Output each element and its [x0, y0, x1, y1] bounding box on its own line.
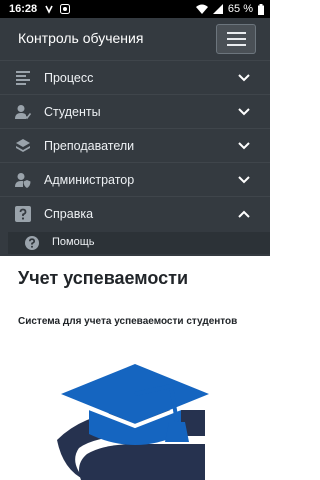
question-circle-icon — [25, 236, 39, 250]
submenu-item-help[interactable]: Помощь — [8, 232, 270, 254]
user-shield-icon — [15, 173, 31, 188]
app-navbar: Контроль обучения — [0, 18, 270, 60]
notification-icon — [45, 5, 53, 14]
list-icon — [16, 71, 30, 85]
menu-item-label: Студенты — [44, 105, 101, 119]
user-check-icon — [15, 105, 31, 120]
battery-icon — [258, 3, 264, 15]
chevron-down-icon — [238, 108, 250, 116]
hamburger-icon — [227, 38, 246, 40]
question-square-icon — [15, 206, 31, 222]
shield-icon — [60, 4, 71, 14]
page-subtitle: Система для учета успеваемости студентов — [18, 316, 238, 327]
app-title[interactable]: Контроль обучения — [18, 30, 143, 46]
menu-item-label: Администратор — [44, 173, 135, 187]
chevron-up-icon — [238, 210, 250, 218]
menu-item-label: Справка — [44, 207, 94, 221]
layers-icon — [16, 139, 30, 152]
menu-item-process[interactable]: Процесс — [0, 60, 270, 95]
submenu-item-label: Помощь — [52, 236, 95, 248]
graduation-cap-icon — [57, 364, 209, 480]
menu-item-help[interactable]: Справка — [0, 196, 270, 231]
hamburger-icon — [227, 44, 246, 46]
status-time: 16:28 — [9, 3, 38, 15]
navigation-menu: Процесс Студенты Преподаватели Администр… — [0, 60, 270, 256]
menu-item-students[interactable]: Студенты — [0, 94, 270, 129]
menu-item-teachers[interactable]: Преподаватели — [0, 128, 270, 163]
chevron-down-icon — [238, 74, 250, 82]
menu-item-label: Преподаватели — [44, 139, 135, 153]
page-title: Учет успеваемости — [18, 268, 189, 288]
chevron-down-icon — [238, 176, 250, 184]
menu-toggle-button[interactable] — [216, 24, 256, 54]
chevron-down-icon — [238, 142, 250, 150]
wifi-icon — [195, 4, 208, 14]
hamburger-icon — [227, 32, 246, 34]
menu-item-label: Процесс — [44, 71, 94, 85]
signal-icon — [212, 4, 223, 14]
battery-percent: 65 % — [227, 3, 253, 15]
menu-item-administrator[interactable]: Администратор — [0, 162, 270, 197]
status-bar: 16:28 65 % — [0, 0, 270, 18]
